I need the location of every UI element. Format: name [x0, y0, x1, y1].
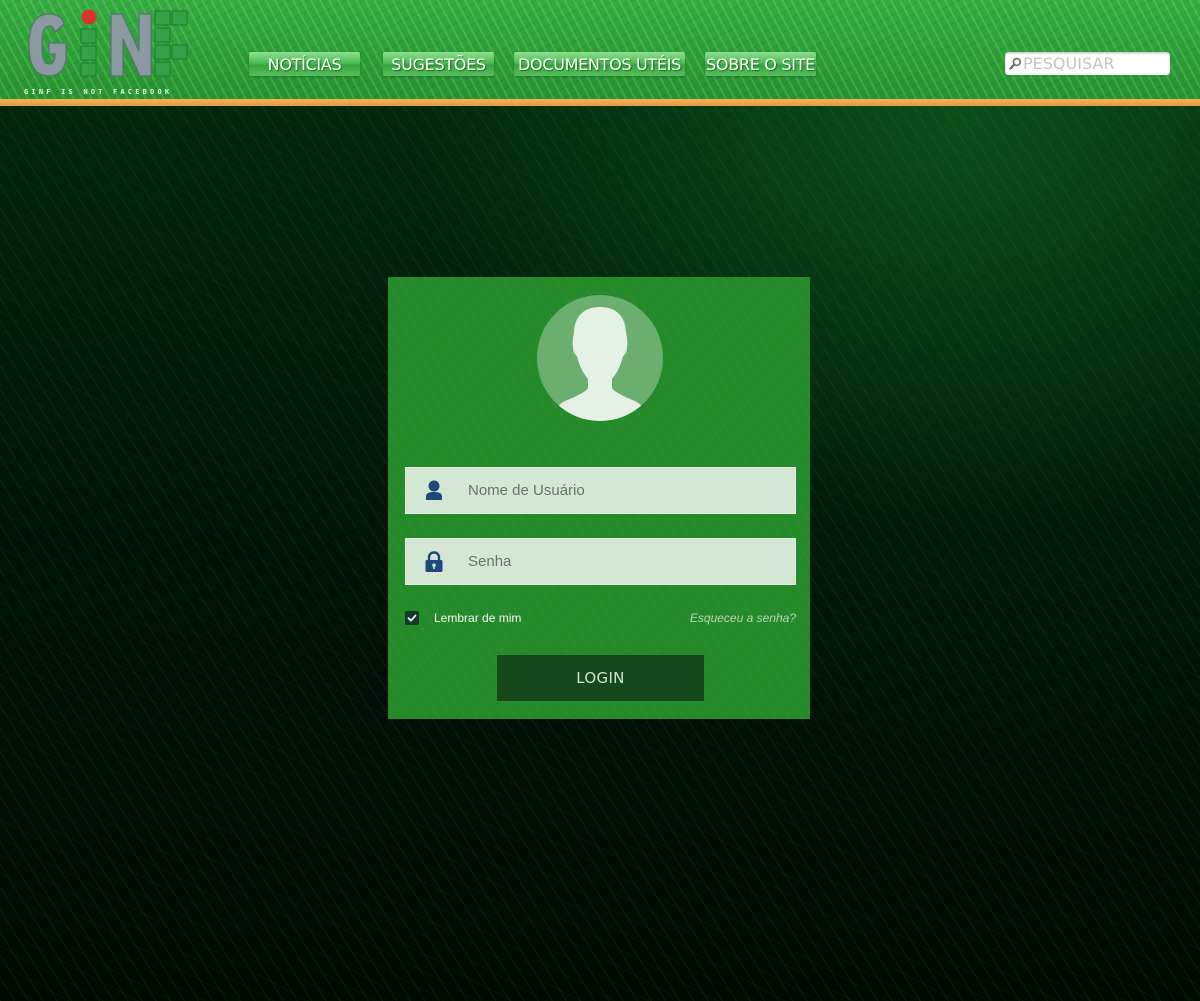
login-button[interactable]: LOGIN [497, 655, 704, 701]
nav-noticias[interactable]: NOTÍCIAS [249, 52, 360, 76]
remember-me-label: Lembrar de mim [434, 611, 522, 625]
username-field [405, 467, 796, 514]
header-accent-stripe [0, 99, 1200, 106]
site-logo[interactable]: GINF IS NOT FACEBOOK [20, 6, 195, 96]
avatar [537, 295, 663, 421]
nav-sobre-o-site[interactable]: SOBRE O SITE [705, 52, 816, 76]
username-input[interactable] [468, 467, 788, 514]
nav-documentos-uteis[interactable]: DOCUMENTOS UTÉIS [514, 52, 685, 76]
search-icon[interactable] [1009, 57, 1022, 70]
search-box [1005, 52, 1170, 75]
remember-me-checkbox[interactable] [405, 611, 419, 625]
search-input[interactable] [1023, 52, 1167, 75]
checkmark-icon [407, 614, 417, 622]
site-header: GINF IS NOT FACEBOOK NOTÍCIAS SUGESTÕES … [0, 0, 1200, 99]
user-icon [426, 480, 442, 500]
password-input[interactable] [468, 538, 788, 585]
nav-sugestoes[interactable]: SUGESTÕES [383, 52, 494, 76]
forgot-password-link[interactable]: Esqueceu a senha? [690, 611, 796, 625]
lock-icon [425, 551, 443, 572]
login-panel: Lembrar de mim Esqueceu a senha? LOGIN [388, 277, 810, 719]
logo-tagline: GINF IS NOT FACEBOOK [24, 88, 173, 96]
password-field [405, 538, 796, 585]
user-silhouette-icon [551, 307, 649, 421]
ginf-logo-mark [28, 9, 188, 77]
